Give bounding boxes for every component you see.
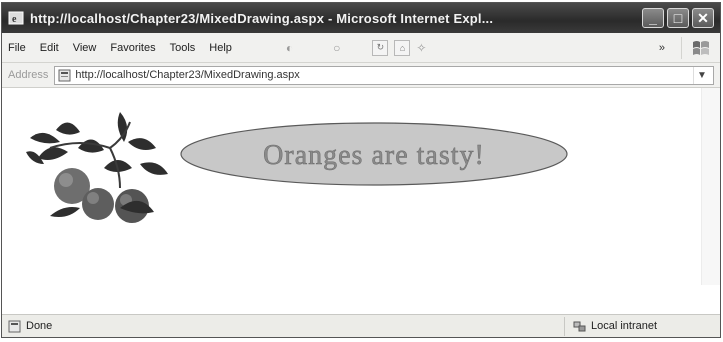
back-icon[interactable]: ◐	[286, 41, 293, 55]
menu-edit[interactable]: Edit	[40, 42, 59, 54]
page-icon	[58, 69, 71, 81]
stop-icon[interactable]: ○	[333, 41, 340, 55]
menu-bar: File Edit View Favorites Tools Help ◐ ○ …	[2, 33, 720, 63]
ellipse-text: Oranges are tasty!	[263, 140, 485, 171]
menu-file[interactable]: File	[8, 42, 26, 54]
oranges-ellipse: Oranges are tasty!	[180, 122, 568, 186]
menu-favorites[interactable]: Favorites	[110, 42, 155, 54]
windows-logo-icon	[681, 36, 714, 59]
home-icon[interactable]: ⌂	[394, 39, 411, 56]
menu-help[interactable]: Help	[209, 42, 232, 54]
close-button[interactable]: ✕	[692, 8, 714, 28]
page-content: Oranges are tasty!	[2, 88, 720, 285]
address-dropdown-icon[interactable]: ▼	[693, 66, 710, 84]
title-bar: e http://localhost/Chapter23/MixedDrawin…	[2, 3, 720, 33]
svg-text:e: e	[12, 14, 17, 25]
search-icon[interactable]: ✧	[416, 41, 426, 55]
menu-tools[interactable]: Tools	[170, 42, 196, 54]
address-url: http://localhost/Chapter23/MixedDrawing.…	[75, 69, 300, 81]
minimize-button[interactable]: _	[642, 8, 664, 28]
oranges-image	[26, 112, 168, 223]
refresh-icon[interactable]: ↻	[372, 39, 389, 56]
toolbar-overflow-icon[interactable]: »	[659, 42, 665, 54]
status-page-icon	[8, 320, 21, 332]
status-text: Done	[26, 320, 53, 332]
address-bar: Address http://localhost/Chapter23/Mixed…	[2, 63, 720, 88]
browser-window: e http://localhost/Chapter23/MixedDrawin…	[1, 2, 721, 338]
ie-icon: e	[8, 11, 24, 25]
menu-view[interactable]: View	[73, 42, 97, 54]
zone-label: Local intranet	[591, 320, 658, 332]
maximize-button[interactable]: □	[667, 8, 689, 28]
window-title: http://localhost/Chapter23/MixedDrawing.…	[30, 10, 494, 26]
address-label: Address	[8, 69, 49, 81]
intranet-icon	[573, 321, 586, 331]
scrollbar[interactable]	[701, 88, 720, 285]
address-input[interactable]: http://localhost/Chapter23/MixedDrawing.…	[54, 65, 714, 85]
security-zone: Local intranet	[564, 316, 714, 336]
status-bar: Done Local intranet	[2, 314, 720, 337]
